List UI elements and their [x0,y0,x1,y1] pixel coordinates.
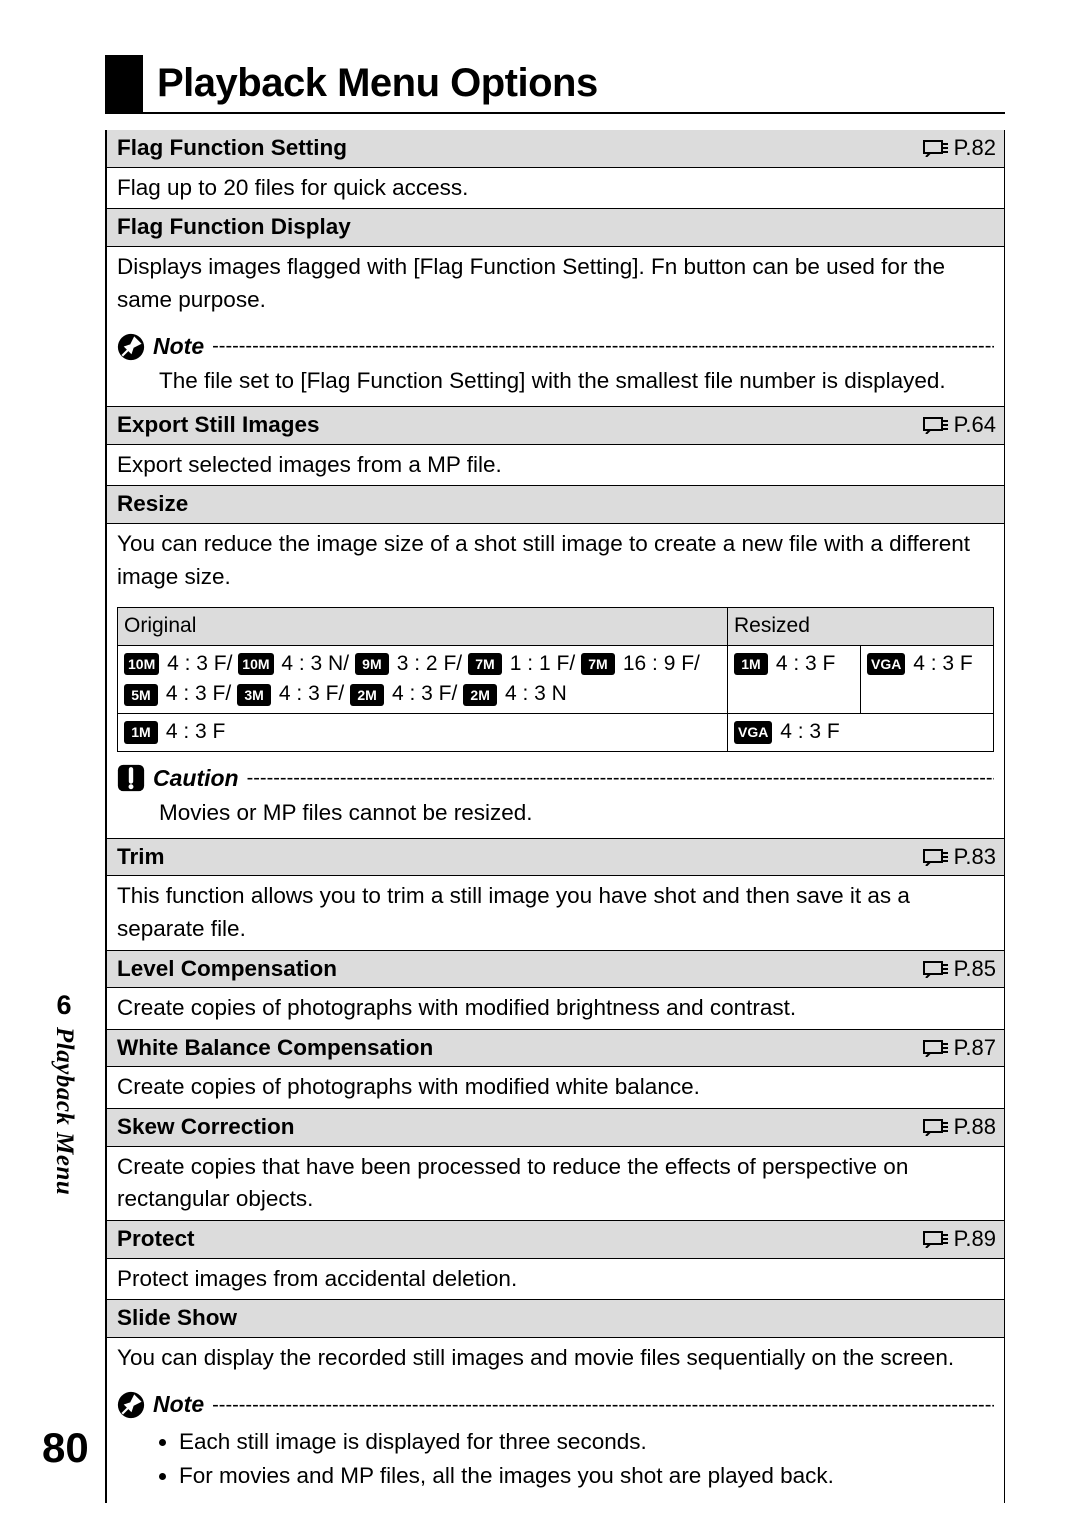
note-bullet: Each still image is displayed for three … [179,1426,994,1459]
note-body: The file set to [Flag Function Setting] … [117,363,994,398]
note-dashes: ----------------------------------------… [212,1391,994,1420]
content: Flag Function Setting P.82 Flag up to 20… [105,130,1005,1503]
head-label: Skew Correction [117,1111,295,1144]
reference-icon [922,848,950,866]
pushpin-icon [117,333,145,361]
resize-table-wrap: Original Resized 10M 4 : 3 F/ 10M 4 : 3 … [107,597,1005,751]
section-title-bar: Playback Menu Options [105,55,1005,114]
reference-icon [922,139,950,157]
row-head-level: Level Compensation P.85 [107,950,1005,989]
note-dashes: ----------------------------------------… [212,332,994,361]
cell-resized: VGA 4 : 3 F [861,645,994,713]
page-ref: P.83 [922,841,996,873]
head-label: Slide Show [117,1302,237,1335]
row-body-export: Export selected images from a MP file. [107,445,1005,486]
head-label: Export Still Images [117,409,320,442]
head-label: Trim [117,841,165,874]
row-body-flag-setting: Flag up to 20 files for quick access. [107,168,1005,209]
cell-original: 1M 4 : 3 F [118,714,728,752]
caution-dashes: ----------------------------------------… [247,764,994,793]
reference-icon [922,1039,950,1057]
head-label: Resize [117,488,188,521]
title-marker [105,55,143,112]
page-ref: P.89 [922,1223,996,1255]
note-label: Note [153,1388,204,1421]
page-ref: P.64 [922,409,996,441]
row-head-resize: Resize [107,485,1005,524]
reference-icon [922,960,950,978]
reference-icon [922,1230,950,1248]
head-label: Flag Function Display [117,211,351,244]
caution-body: Movies or MP files cannot be resized. [117,795,994,830]
row-body-wb: Create copies of photographs with modifi… [107,1067,1005,1108]
row-body-trim: This function allows you to trim a still… [107,876,1005,949]
row-body-level: Create copies of photographs with modifi… [107,988,1005,1029]
note-body: Each still image is displayed for three … [117,1422,994,1493]
side-tab: 6 Playback Menu [44,990,84,1195]
chapter-label: Playback Menu [50,1027,78,1195]
cell-original: 10M 4 : 3 F/ 10M 4 : 3 N/ 9M 3 : 2 F/ 7M… [118,645,728,713]
row-head-flag-display: Flag Function Display [107,208,1005,247]
row-body-protect: Protect images from accidental deletion. [107,1259,1005,1300]
table-row: Original Resized [118,608,994,645]
row-body-slide: You can display the recorded still image… [107,1338,1005,1379]
row-body-skew: Create copies that have been processed t… [107,1147,1005,1220]
col-resized: Resized [728,608,994,645]
head-label: Level Compensation [117,953,337,986]
head-label: White Balance Compensation [117,1032,433,1065]
row-head-trim: Trim P.83 [107,839,1005,877]
row-body-resize: You can reduce the image size of a shot … [107,524,1005,597]
note-flag-display: Note -----------------------------------… [107,320,1005,407]
caution-resize: Caution --------------------------------… [107,752,1005,839]
page-ref: P.82 [922,132,996,164]
row-head-flag-setting: Flag Function Setting P.82 [107,130,1005,168]
caution-label: Caution [153,762,239,795]
page-ref: P.87 [922,1032,996,1064]
row-head-slide: Slide Show [107,1299,1005,1338]
note-slide: Note -----------------------------------… [107,1378,1005,1503]
row-head-export: Export Still Images P.64 [107,407,1005,445]
row-head-skew: Skew Correction P.88 [107,1108,1005,1147]
row-body-flag-display: Displays images flagged with [Flag Funct… [107,247,1005,320]
note-label: Note [153,330,204,363]
table-row: 10M 4 : 3 F/ 10M 4 : 3 N/ 9M 3 : 2 F/ 7M… [118,645,994,713]
reference-icon [922,416,950,434]
chapter-number: 6 [44,990,84,1021]
caution-icon [117,764,145,792]
page-ref: P.85 [922,953,996,985]
note-bullet: For movies and MP files, all the images … [179,1460,994,1493]
table-row: 1M 4 : 3 F VGA 4 : 3 F [118,714,994,752]
reference-icon [922,1118,950,1136]
row-head-wb: White Balance Compensation P.87 [107,1029,1005,1068]
pushpin-icon [117,1391,145,1419]
page-ref: P.88 [922,1111,996,1143]
head-label: Protect [117,1223,195,1256]
section-title: Playback Menu Options [143,55,612,112]
row-head-protect: Protect P.89 [107,1220,1005,1259]
page-number: 80 [42,1424,89,1472]
page: 6 Playback Menu Playback Menu Options Fl… [0,0,1080,1522]
cell-resized: VGA 4 : 3 F [728,714,994,752]
resize-table: Original Resized 10M 4 : 3 F/ 10M 4 : 3 … [117,607,994,751]
head-label: Flag Function Setting [117,132,347,165]
cell-resized: 1M 4 : 3 F [728,645,861,713]
col-original: Original [118,608,728,645]
